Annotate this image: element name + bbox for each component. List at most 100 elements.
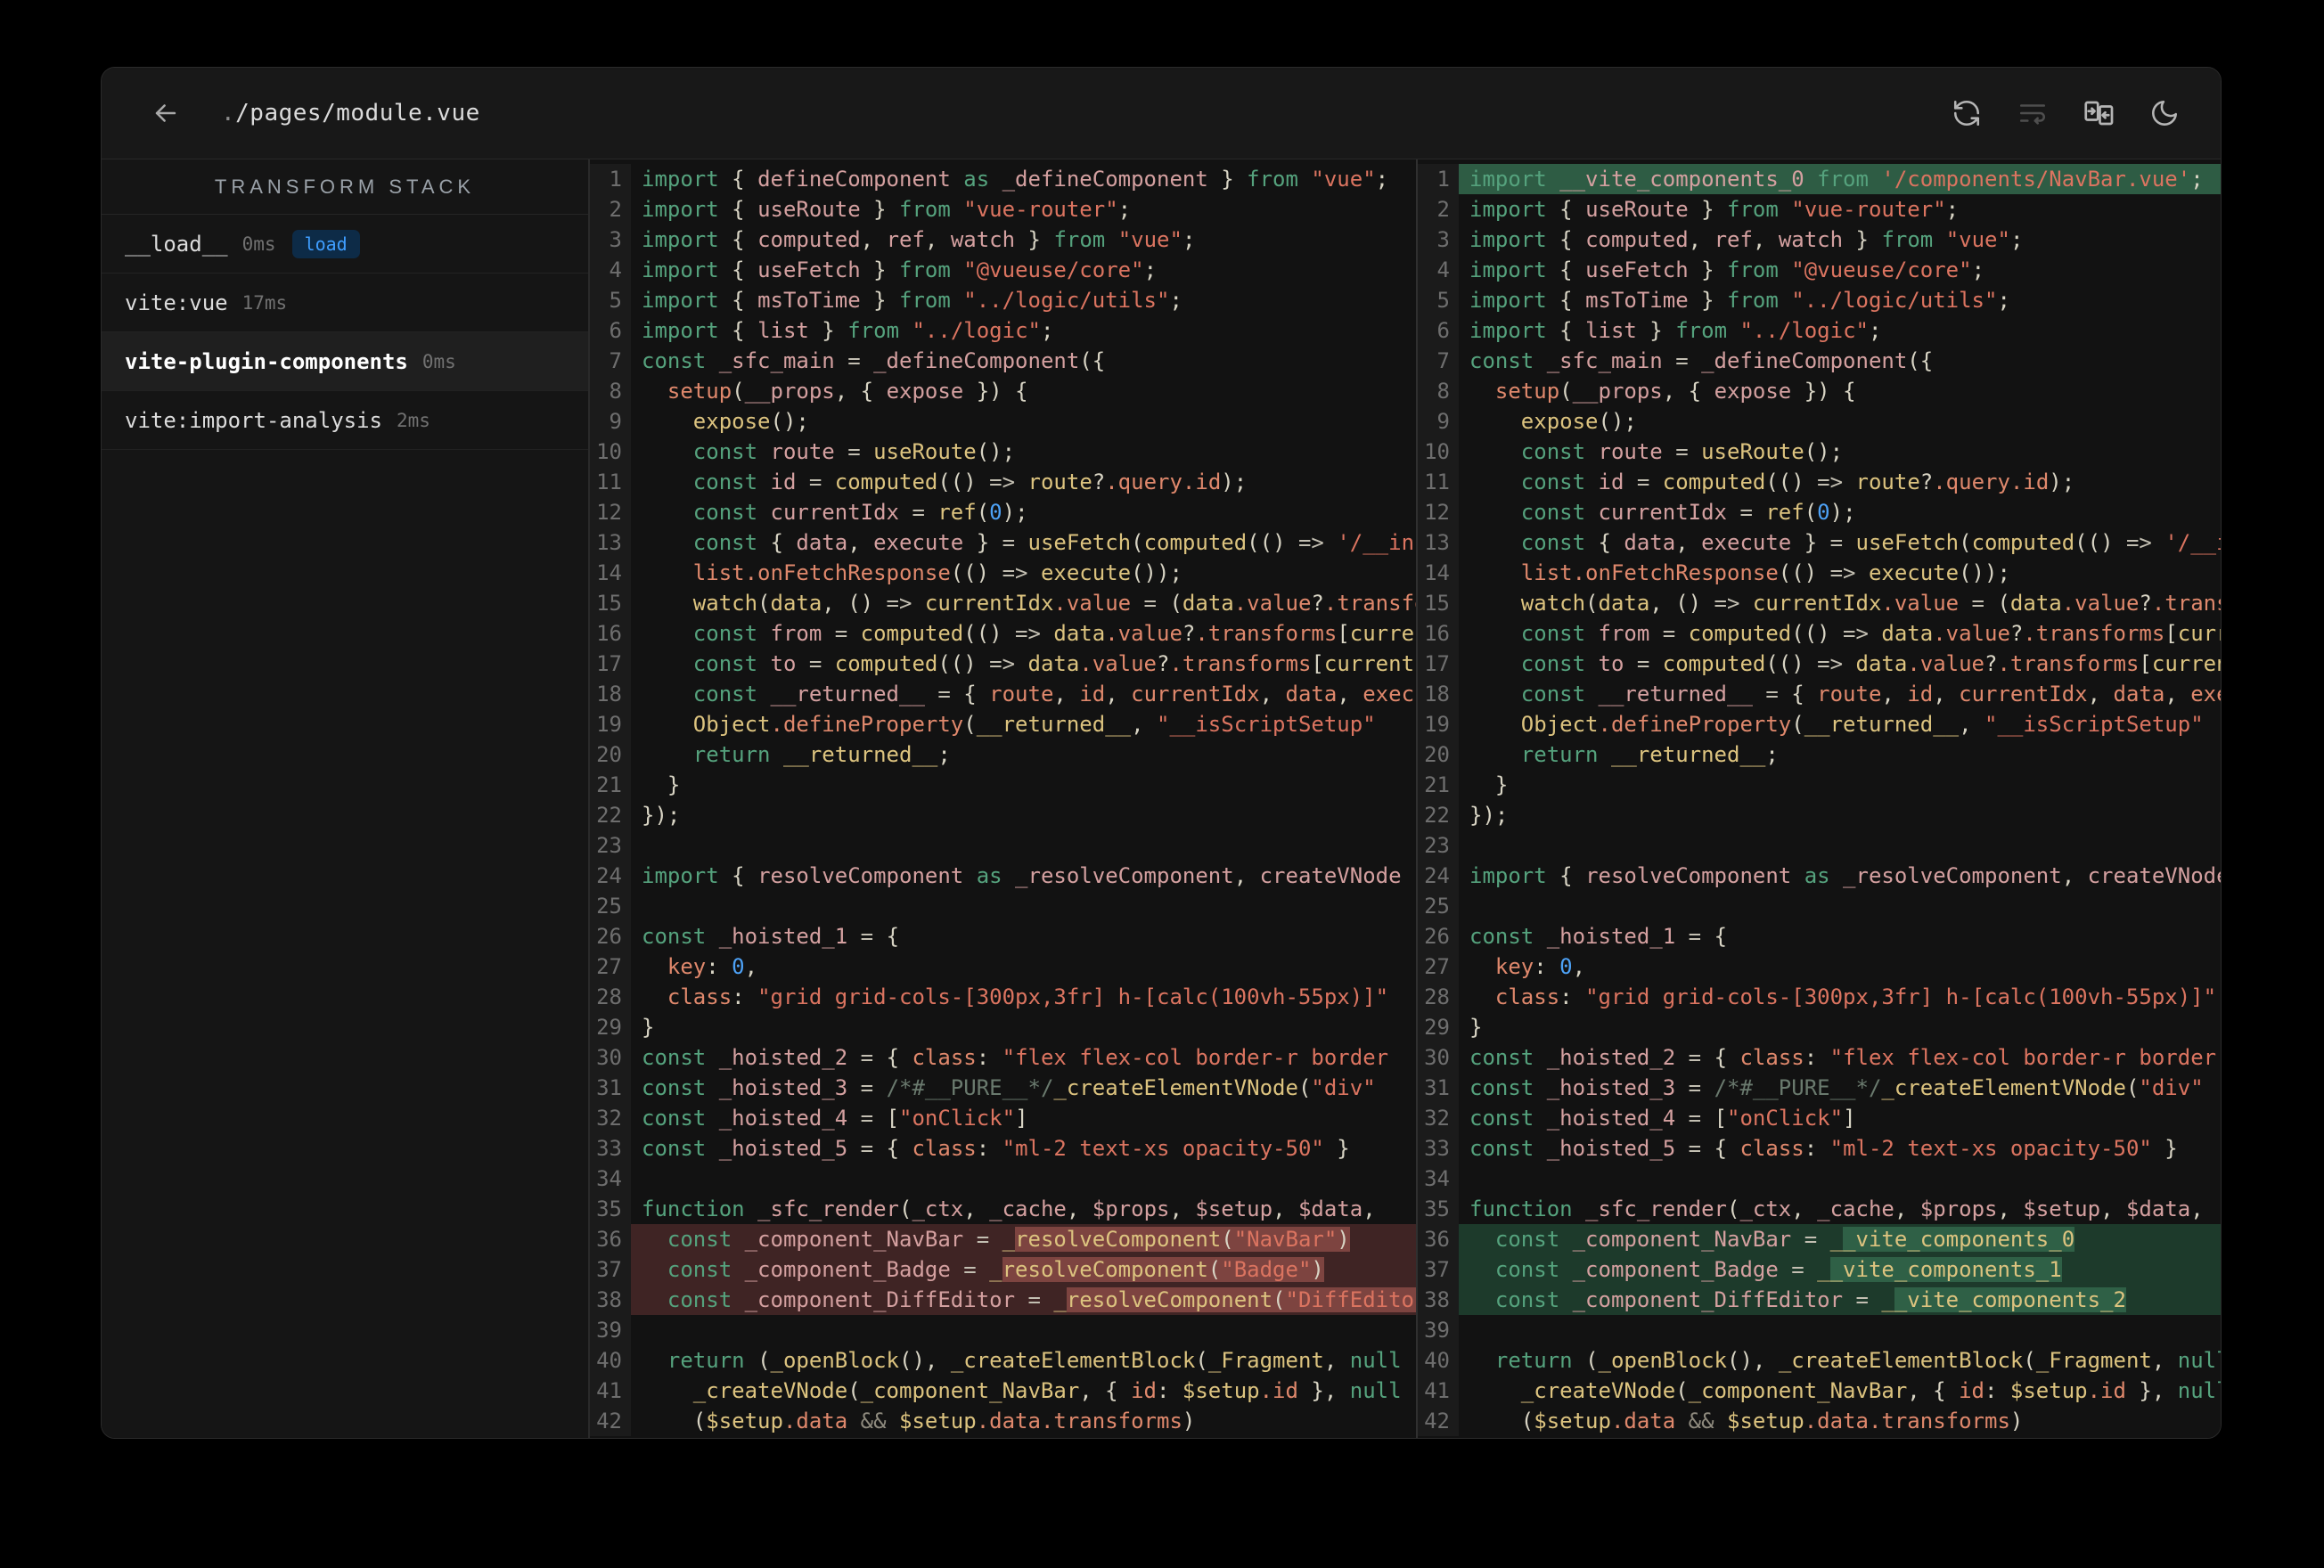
code-text: const route = useRoute();: [1520, 439, 1844, 464]
code-line: 28 class: "grid grid-cols-[300px,3fr] h-…: [1418, 982, 2221, 1012]
plugin-time: 0ms: [241, 233, 276, 255]
code-line: 39: [590, 1315, 1416, 1345]
code-text: const _hoisted_3 = /*#__PURE__*/_createE…: [642, 1075, 1376, 1100]
code-line: 3 import { computed, ref, watch } from "v…: [590, 225, 1416, 255]
line-number: 14: [1418, 558, 1459, 588]
line-number: 32: [590, 1103, 631, 1133]
code-line: 18 const __returned__ = { route, id, cur…: [590, 679, 1416, 709]
code-line: 27 key: 0,: [590, 951, 1416, 982]
code-line: 26 const _hoisted_1 = {: [1418, 921, 2221, 951]
transform-stack-item[interactable]: vite:vue 17ms: [102, 274, 588, 332]
side-by-side-icon[interactable]: [2082, 96, 2115, 130]
code-line: 30 const _hoisted_2 = { class: "flex flex…: [1418, 1042, 2221, 1073]
code-text: const to = computed(() => data.value?.tr…: [1520, 651, 2221, 676]
code-text: setup(__props, { expose }) {: [667, 379, 1028, 404]
refresh-icon[interactable]: [1950, 96, 1984, 130]
line-number: 25: [1418, 891, 1459, 921]
plugin-name: vite:import-analysis: [125, 407, 382, 433]
code-line: 27 key: 0,: [1418, 951, 2221, 982]
transform-stack-item[interactable]: __load__ 0ms load: [102, 215, 588, 274]
code-line: 11 const id = computed(() => route?.quer…: [1418, 467, 2221, 497]
file-path-dot: .: [221, 100, 236, 127]
code-text: import { useRoute } from "vue-router";: [642, 197, 1132, 222]
code-text: function _sfc_render(_ctx, _cache, $prop…: [642, 1196, 1376, 1221]
back-button[interactable]: [148, 95, 184, 131]
code-text: import { resolveComponent as _resolveCom…: [1469, 863, 2222, 888]
code-text: list.onFetchResponse(() => execute());: [692, 560, 1182, 585]
code-text: import { useFetch } from "@vueuse/core";: [1469, 257, 1985, 282]
line-number: 29: [1418, 1012, 1459, 1042]
transform-stack-item[interactable]: vite:import-analysis 2ms: [102, 391, 588, 450]
line-number: 30: [590, 1042, 631, 1073]
diff-pane-before[interactable]: 1 import { defineComponent as _defineComp…: [590, 159, 1418, 1438]
diff-pane-after[interactable]: 1 import __vite_components_0 from '/compo…: [1418, 159, 2222, 1438]
line-number: 35: [1418, 1194, 1459, 1224]
inline-diff-icon[interactable]: [2016, 96, 2050, 130]
code-line: 12 const currentIdx = ref(0);: [590, 497, 1416, 527]
code-line: 31 const _hoisted_3 = /*#__PURE__*/_creat…: [590, 1073, 1416, 1103]
line-number: 14: [590, 558, 631, 588]
code-line: 13 const { data, execute } = useFetch(co…: [590, 527, 1416, 558]
code-text: });: [642, 803, 681, 828]
code-line: 32 const _hoisted_4 = ["onClick"]: [1418, 1103, 2221, 1133]
line-number: 23: [590, 830, 631, 861]
line-number: 42: [1418, 1406, 1459, 1436]
line-number: 39: [590, 1315, 631, 1345]
code-line: 36 const _component_NavBar = _resolveCom…: [590, 1224, 1416, 1254]
transform-stack-sidebar: TRANSFORM STACK __load__ 0ms load vite:vue 1…: [102, 159, 590, 1438]
code-text: const route = useRoute();: [692, 439, 1016, 464]
line-number: 26: [590, 921, 631, 951]
line-number: 21: [590, 770, 631, 800]
code-line: 7 const _sfc_main = _defineComponent({: [1418, 346, 2221, 376]
code-line: 6 import { list } from "../logic";: [1418, 315, 2221, 346]
code-text: const _hoisted_5 = { class: "ml-2 text-x…: [1469, 1136, 2178, 1161]
code-line: 24 import { resolveComponent as _resolveC…: [1418, 861, 2222, 891]
code-line: 33 const _hoisted_5 = { class: "ml-2 text…: [590, 1133, 1416, 1164]
code-line: 11 const id = computed(() => route?.quer…: [590, 467, 1416, 497]
code-line: 35 function _sfc_render(_ctx, _cache, $pr…: [590, 1194, 1416, 1224]
code-text: ($setup.data && $setup.data.transforms): [692, 1409, 1196, 1433]
code-line: 20 return __returned__;: [590, 739, 1416, 770]
line-number: 33: [590, 1133, 631, 1164]
code-line: 2 import { useRoute } from "vue-router";: [590, 194, 1416, 225]
code-text: _createVNode(_component_NavBar, { id: $s…: [692, 1378, 1402, 1403]
line-number: 39: [1418, 1315, 1459, 1345]
code-text: const _component_NavBar = _resolveCompon…: [631, 1224, 1416, 1254]
line-number: 24: [590, 861, 631, 891]
line-number: 3: [590, 225, 631, 255]
line-number: 30: [1418, 1042, 1459, 1073]
line-number: 12: [590, 497, 631, 527]
code-text: const _component_Badge = __vite_componen…: [1459, 1254, 2221, 1285]
code-text: const _hoisted_5 = { class: "ml-2 text-x…: [642, 1136, 1350, 1161]
line-number: 17: [590, 649, 631, 679]
transform-stack-list: __load__ 0ms load vite:vue 17ms vite-plugin-c…: [102, 215, 588, 450]
code-text: Object.defineProperty(__returned__, "__i…: [1520, 712, 2204, 737]
code-text: return (_openBlock(), _createElementBloc…: [1494, 1348, 2221, 1373]
code-line: 25: [590, 891, 1416, 921]
line-number: 18: [1418, 679, 1459, 709]
file-path-text: /pages/module.vue: [235, 100, 480, 127]
code-text: const _component_Badge = _resolveCompone…: [631, 1254, 1416, 1285]
code-text: class: "grid grid-cols-[300px,3fr] h-[ca…: [1494, 984, 2217, 1009]
code-line: 36 const _component_NavBar = __vite_comp…: [1418, 1224, 2221, 1254]
code-line: 34: [590, 1164, 1416, 1194]
code-line: 31 const _hoisted_3 = /*#__PURE__*/_creat…: [1418, 1073, 2221, 1103]
code-line: 30 const _hoisted_2 = { class: "flex flex…: [590, 1042, 1416, 1073]
line-number: 15: [590, 588, 631, 618]
code-line: 38 const _component_DiffEditor = __vite_…: [1418, 1285, 2221, 1315]
code-text: expose();: [692, 409, 809, 434]
main-area: TRANSFORM STACK __load__ 0ms load vite:vue 1…: [102, 159, 2222, 1438]
code-line: 3 import { computed, ref, watch } from "v…: [1418, 225, 2221, 255]
code-line: 40 return (_openBlock(), _createElementB…: [1418, 1345, 2221, 1376]
code-line: 24 import { resolveComponent as _resolveC…: [590, 861, 1416, 891]
line-number: 33: [1418, 1133, 1459, 1164]
code-text: setup(__props, { expose }) {: [1494, 379, 1856, 404]
line-number: 28: [1418, 982, 1459, 1012]
topbar-actions: [1950, 96, 2181, 130]
code-line: 4 import { useFetch } from "@vueuse/core"…: [1418, 255, 2221, 285]
code-line: 4 import { useFetch } from "@vueuse/core"…: [590, 255, 1416, 285]
transform-stack-item[interactable]: vite-plugin-components 0ms: [102, 332, 588, 391]
line-number: 41: [590, 1376, 631, 1406]
code-text: const _component_DiffEditor = __vite_com…: [1459, 1285, 2221, 1315]
dark-mode-icon[interactable]: [2148, 96, 2181, 130]
